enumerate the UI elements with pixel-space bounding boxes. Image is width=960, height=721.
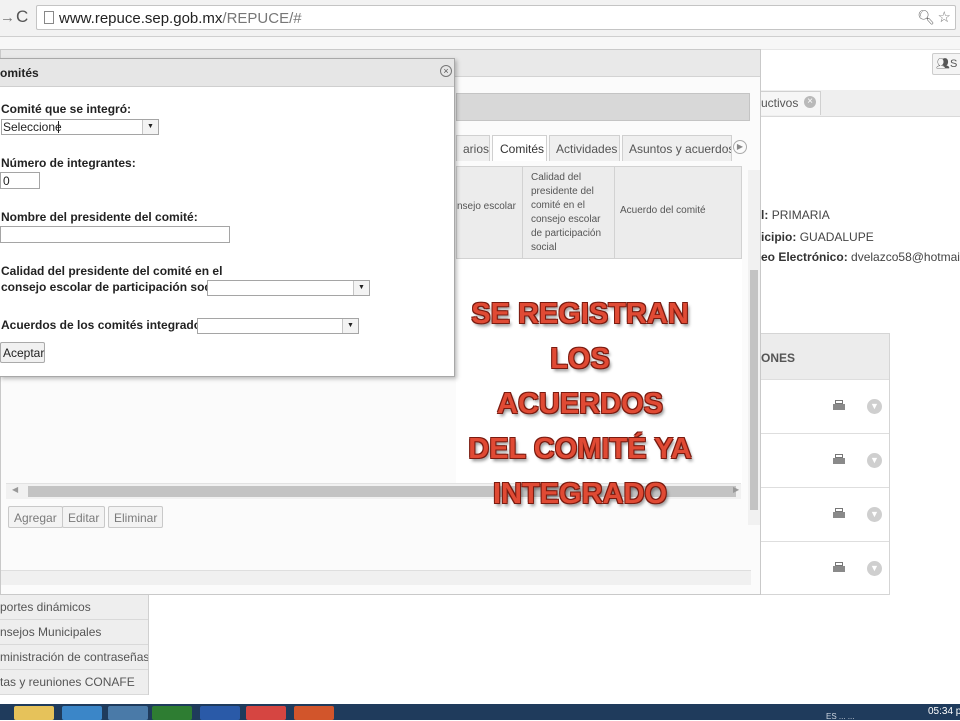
overlay-line-1: SE REGISTRAN xyxy=(471,298,689,330)
school-email-value: dvelazco58@hotmail.com xyxy=(851,250,960,264)
school-municipio-value: GUADALUPE xyxy=(799,230,874,244)
user-button[interactable]: 👥︎S xyxy=(932,53,960,75)
school-email-label: eo Electrónico: xyxy=(761,250,848,264)
chevron-down-icon[interactable]: ▼ xyxy=(867,399,882,414)
print-icon[interactable] xyxy=(833,400,845,412)
user-button-label: S xyxy=(949,58,958,70)
excel-icon[interactable] xyxy=(152,706,192,720)
school-email: eo Electrónico: dvelazco58@hotmail.com xyxy=(761,250,960,264)
add-button[interactable]: Agregar xyxy=(8,506,63,528)
column-header-consejo[interactable]: nsejo escolar xyxy=(457,167,523,258)
chrome-icon[interactable] xyxy=(246,706,286,720)
committees-grid-header: nsejo escolar Calidad del presidente del… xyxy=(456,166,742,259)
nav-item-consejos-municipales[interactable]: nsejos Municipales xyxy=(0,620,148,645)
integrantes-label: Número de integrantes: xyxy=(1,156,136,170)
committee-form-dialog: omités × Comité que se integró: Seleccio… xyxy=(0,58,455,377)
comite-select[interactable]: Seleccione ▼ xyxy=(1,119,159,135)
sessions-panel-body: ▼ ▼ ▼ ▼ xyxy=(760,379,890,595)
column-header-acuerdo[interactable]: Acuerdo del comité xyxy=(615,167,741,258)
tab-funcionarios[interactable]: arios xyxy=(456,135,490,161)
tab-asuntos-acuerdos[interactable]: Asuntos y acuerdos xyxy=(622,135,732,161)
chevron-down-icon[interactable]: ▼ xyxy=(867,507,882,522)
calidad-select[interactable]: ▼ xyxy=(207,280,370,296)
comite-label: Comité que se integró: xyxy=(1,102,132,116)
close-tab-icon[interactable]: × xyxy=(804,96,816,108)
scroll-right-icon[interactable]: ▶ xyxy=(733,485,739,494)
calidad-label-line1: Calidad del presidente del comité en el xyxy=(1,264,223,278)
scroll-left-icon[interactable]: ◀ xyxy=(12,485,18,494)
column-header-calidad[interactable]: Calidad del presidente del comité en el … xyxy=(523,167,615,258)
folder-icon[interactable] xyxy=(14,706,54,720)
comite-select-value: Seleccione xyxy=(3,120,62,134)
school-level-label: l: xyxy=(761,208,769,222)
chevron-down-icon[interactable]: ▼ xyxy=(867,453,882,468)
address-bar[interactable]: www.repuce.sep.gob.mx/REPUCE/# 🔍︎ ☆ xyxy=(36,5,956,30)
tabs-scroll-right-icon[interactable]: ▶ xyxy=(733,140,747,154)
integrantes-field[interactable]: 0 xyxy=(0,172,40,189)
delete-button[interactable]: Eliminar xyxy=(108,506,164,528)
reload-icon[interactable]: C xyxy=(16,7,28,27)
left-navigation: portes dinámicos nsejos Municipales mini… xyxy=(0,595,149,695)
accept-button[interactable]: Aceptar xyxy=(0,342,45,363)
vertical-scrollbar[interactable] xyxy=(748,170,760,525)
chevron-down-icon[interactable]: ▼ xyxy=(353,281,369,295)
list-item: ▼ xyxy=(761,487,889,541)
vertical-scrollbar-thumb[interactable] xyxy=(750,270,758,510)
page-icon xyxy=(44,11,54,24)
edit-button[interactable]: Editar xyxy=(62,506,106,528)
dialog-title: omités xyxy=(0,66,39,80)
calidad-label-line2: consejo escolar de participación social: xyxy=(1,280,229,294)
list-item: ▼ xyxy=(761,541,889,595)
explorer-icon[interactable] xyxy=(108,706,148,720)
overlay-line-3: ACUERDOS xyxy=(497,388,663,420)
nav-item-conafe[interactable]: tas y reuniones CONAFE xyxy=(0,670,148,695)
clock: 05:34 p xyxy=(928,706,960,717)
school-municipio-label: icipio: xyxy=(761,230,797,244)
tab-comites[interactable]: Comités xyxy=(492,135,547,161)
browser-toolbar: → C www.repuce.sep.gob.mx/REPUCE/# 🔍︎ ☆ xyxy=(0,0,960,37)
powerpoint-icon[interactable] xyxy=(294,706,334,720)
overlay-line-4: DEL COMITÉ YA xyxy=(468,433,692,465)
presidente-label: Nombre del presidente del comité: xyxy=(1,210,198,224)
url-host: www.repuce.sep.gob.mx xyxy=(59,10,223,27)
acuerdos-select[interactable]: ▼ xyxy=(197,318,359,334)
committee-form-titlebar: omités × xyxy=(0,59,454,87)
dialog-bottom-scrollbar[interactable] xyxy=(1,570,751,585)
print-icon[interactable] xyxy=(833,508,845,520)
chevron-down-icon[interactable]: ▼ xyxy=(142,120,158,134)
annotation-overlay: SE REGISTRAN LOS ACUERDOS DEL COMITÉ YA … xyxy=(430,292,730,517)
school-municipio: icipio: GUADALUPE xyxy=(761,230,874,244)
list-item: ▼ xyxy=(761,433,889,487)
zoom-icon[interactable]: 🔍︎ xyxy=(917,9,935,26)
chevron-down-icon[interactable]: ▼ xyxy=(342,319,358,333)
bookmark-star-icon[interactable]: ☆ xyxy=(938,8,951,26)
print-icon[interactable] xyxy=(833,454,845,466)
overlay-line-2: LOS xyxy=(550,343,610,375)
presidente-field[interactable] xyxy=(0,226,230,243)
overlay-line-5: INTEGRADO xyxy=(493,478,667,510)
word-icon[interactable] xyxy=(200,706,240,720)
url-text: www.repuce.sep.gob.mx/REPUCE/# xyxy=(59,10,302,27)
forward-icon[interactable]: → xyxy=(0,9,15,26)
close-icon[interactable]: × xyxy=(440,65,452,77)
tab-actividades[interactable]: Actividades xyxy=(549,135,620,161)
list-item: ▼ xyxy=(761,379,889,433)
nav-item-reportes[interactable]: portes dinámicos xyxy=(0,595,148,620)
sessions-panel-header: ONES xyxy=(760,333,890,379)
school-level: l: PRIMARIA xyxy=(761,208,830,222)
acuerdos-label: Acuerdos de los comités integrados: xyxy=(1,318,212,332)
taskbar: ES ... ... 05:34 p xyxy=(0,704,960,721)
committees-dialog-subbar xyxy=(456,93,750,121)
school-level-value: PRIMARIA xyxy=(771,208,830,222)
print-icon[interactable] xyxy=(833,562,845,574)
chevron-down-icon[interactable]: ▼ xyxy=(867,561,882,576)
nav-item-contrasenas[interactable]: ministración de contraseñas xyxy=(0,645,148,670)
url-path: /REPUCE/# xyxy=(222,10,302,27)
ie-icon[interactable] xyxy=(62,706,102,720)
